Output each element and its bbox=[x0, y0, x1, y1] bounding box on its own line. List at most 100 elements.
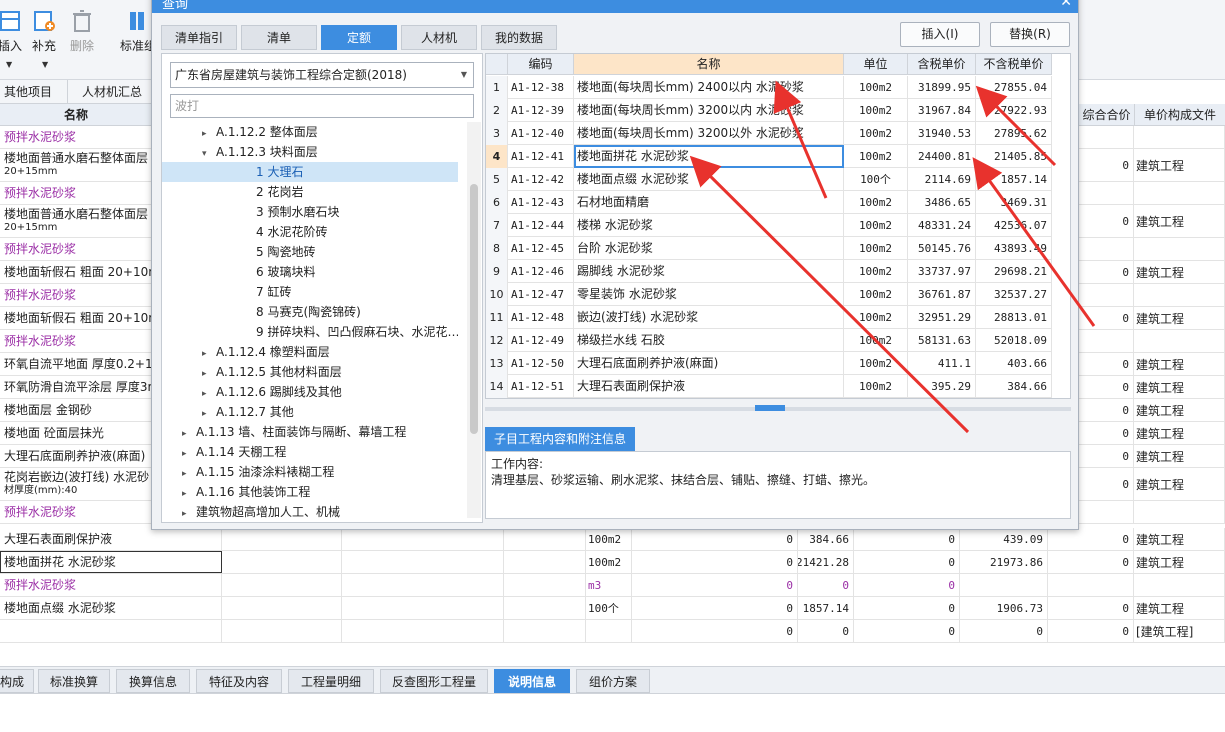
grid-row[interactable]: 14 A1-12-51 大理石表面刷保护液 100m2 395.29 384.66 bbox=[486, 375, 1052, 398]
insert-button[interactable]: 插入 bbox=[0, 8, 28, 54]
tab-material-summary[interactable]: 人材机汇总 bbox=[68, 80, 152, 104]
expand-arrow-icon[interactable]: ▸ bbox=[202, 384, 216, 402]
bottom-tab[interactable]: 组价方案 bbox=[576, 669, 650, 693]
row-total[interactable] bbox=[1078, 501, 1134, 523]
grid-row[interactable]: 8 A1-12-45 台阶 水泥砂浆 100m2 50145.76 43893.49 bbox=[486, 237, 1052, 260]
code-column-header[interactable]: 编码 bbox=[508, 54, 574, 75]
row-name[interactable]: 楼地面拼花 水泥砂浆 bbox=[0, 551, 222, 573]
expand-arrow-icon[interactable]: ▸ bbox=[202, 124, 216, 142]
file-column-header[interactable]: 单价构成文件 bbox=[1134, 104, 1225, 126]
row-c3[interactable]: 0 bbox=[854, 597, 960, 619]
delete-button[interactable]: 删除 bbox=[64, 8, 100, 54]
row-total[interactable]: 0 bbox=[1078, 468, 1134, 500]
supplement-button[interactable]: 补充 bbox=[26, 8, 62, 54]
tree-node[interactable]: ▸ 建筑物超高增加人工、机械 bbox=[162, 502, 458, 518]
grid-cell-code[interactable]: A1-12-49 bbox=[508, 329, 574, 352]
grid-cell-tax[interactable]: 31899.95 bbox=[908, 76, 976, 99]
row-file[interactable]: 建筑工程 bbox=[1134, 307, 1225, 329]
row-total[interactable] bbox=[1078, 330, 1134, 352]
row-c1[interactable]: 0 bbox=[632, 597, 798, 619]
tree-node[interactable]: ▸ A.1.12.2 整体面层 bbox=[162, 122, 458, 142]
row-price[interactable]: 0 bbox=[798, 574, 854, 596]
row-file[interactable]: 建筑工程 bbox=[1134, 261, 1225, 283]
row-price[interactable]: 21421.28 bbox=[798, 551, 854, 573]
table-row[interactable]: 0 0 0 0 0 [建筑工程] bbox=[0, 620, 1225, 643]
grid-cell-code[interactable]: A1-12-41 bbox=[508, 145, 574, 168]
grid-cell-code[interactable]: A1-12-46 bbox=[508, 260, 574, 283]
row-file[interactable]: 建筑工程 bbox=[1134, 528, 1225, 550]
tree-node[interactable]: ▸ A.1.16 其他装饰工程 bbox=[162, 482, 458, 502]
grid-cell-name[interactable]: 台阶 水泥砂浆 bbox=[574, 237, 844, 260]
empty-cell[interactable] bbox=[342, 597, 504, 619]
notax-price-column-header[interactable]: 不含税单价 bbox=[976, 54, 1052, 75]
row-file[interactable]: 建筑工程 bbox=[1134, 399, 1225, 421]
grid-cell-notax[interactable]: 403.66 bbox=[976, 352, 1052, 375]
grid-cell-name[interactable]: 楼地面点缀 水泥砂浆 bbox=[574, 168, 844, 191]
row-unit[interactable] bbox=[586, 620, 632, 642]
row-total[interactable]: 0 bbox=[1078, 261, 1134, 283]
grid-row[interactable]: 3 A1-12-40 楼地面(每块周长mm) 3200以外 水泥砂浆 100m2 319… bbox=[486, 122, 1052, 145]
row-total[interactable]: 0 bbox=[1078, 399, 1134, 421]
grid-cell-name[interactable]: 楼地面(每块周长mm) 3200以外 水泥砂浆 bbox=[574, 122, 844, 145]
grid-cell-notax[interactable]: 52018.09 bbox=[976, 329, 1052, 352]
empty-cell[interactable] bbox=[222, 551, 342, 573]
empty-cell[interactable] bbox=[504, 620, 586, 642]
tree-node[interactable]: ▾ A.1.12.3 块料面层 bbox=[162, 142, 458, 162]
row-total[interactable]: 0 bbox=[1048, 620, 1134, 642]
grid-cell-unit[interactable]: 100m2 bbox=[844, 122, 908, 145]
tree-node[interactable]: 9 拼碎块料、凹凸假麻石块、水泥花… bbox=[162, 322, 458, 342]
row-c4[interactable] bbox=[960, 574, 1048, 596]
table-row[interactable]: 楼地面点缀 水泥砂浆 100个 0 1857.14 0 1906.73 0 建筑工程 bbox=[0, 597, 1225, 620]
grid-cell-notax[interactable]: 27922.93 bbox=[976, 99, 1052, 122]
row-total[interactable]: 0 bbox=[1078, 353, 1134, 375]
grid-cell-unit[interactable]: 100m2 bbox=[844, 306, 908, 329]
row-total[interactable] bbox=[1078, 126, 1134, 148]
grid-cell-unit[interactable]: 100m2 bbox=[844, 76, 908, 99]
grid-cell-tax[interactable]: 50145.76 bbox=[908, 237, 976, 260]
grid-cell-name[interactable]: 石材地面精磨 bbox=[574, 191, 844, 214]
row-unit[interactable]: m3 bbox=[586, 574, 632, 596]
grid-cell-code[interactable]: A1-12-42 bbox=[508, 168, 574, 191]
row-c4[interactable]: 1906.73 bbox=[960, 597, 1048, 619]
grid-cell-no[interactable]: 5 bbox=[486, 168, 508, 191]
grid-cell-no[interactable]: 10 bbox=[486, 283, 508, 306]
tree-node[interactable]: ▸ A.1.12.5 其他材料面层 bbox=[162, 362, 458, 382]
grid-cell-notax[interactable]: 42536.07 bbox=[976, 214, 1052, 237]
dialog-tab[interactable]: 清单 bbox=[241, 25, 317, 50]
row-total[interactable]: 0 bbox=[1048, 551, 1134, 573]
grid-cell-name[interactable]: 梯级拦水线 石胶 bbox=[574, 329, 844, 352]
bottom-tab[interactable]: 特征及内容 bbox=[196, 669, 282, 693]
grid-cell-tax[interactable]: 2114.69 bbox=[908, 168, 976, 191]
row-file[interactable]: 建筑工程 bbox=[1134, 353, 1225, 375]
dialog-tab[interactable]: 我的数据 bbox=[481, 25, 557, 50]
grid-row[interactable]: 1 A1-12-38 楼地面(每块周长mm) 2400以内 水泥砂浆 100m2 318… bbox=[486, 76, 1052, 99]
table-row[interactable]: 楼地面拼花 水泥砂浆 100m2 0 21421.28 0 21973.86 0 建筑工程 bbox=[0, 551, 1225, 574]
row-name[interactable]: 大理石表面刷保护液 bbox=[0, 528, 222, 550]
row-file[interactable] bbox=[1134, 126, 1225, 148]
grid-cell-tax[interactable]: 395.29 bbox=[908, 375, 976, 398]
grid-cell-unit[interactable]: 100m2 bbox=[844, 214, 908, 237]
grid-cell-name[interactable]: 楼地面(每块周长mm) 3200以内 水泥砂浆 bbox=[574, 99, 844, 122]
name-column-header[interactable]: 名称 bbox=[0, 104, 152, 126]
row-file[interactable]: 建筑工程 bbox=[1134, 376, 1225, 398]
row-file[interactable] bbox=[1134, 238, 1225, 260]
grid-cell-notax[interactable]: 43893.49 bbox=[976, 237, 1052, 260]
row-name[interactable]: 楼地面点缀 水泥砂浆 bbox=[0, 597, 222, 619]
grid-cell-notax[interactable]: 27855.04 bbox=[976, 76, 1052, 99]
row-price[interactable]: 0 bbox=[798, 620, 854, 642]
tax-price-column-header[interactable]: 含税单价 bbox=[908, 54, 976, 75]
row-total[interactable]: 0 bbox=[1048, 528, 1134, 550]
grid-cell-no[interactable]: 2 bbox=[486, 99, 508, 122]
grid-cell-notax[interactable]: 21405.85 bbox=[976, 145, 1052, 168]
grid-cell-unit[interactable]: 100m2 bbox=[844, 191, 908, 214]
grid-cell-unit[interactable]: 100m2 bbox=[844, 375, 908, 398]
row-name[interactable] bbox=[0, 620, 222, 642]
quota-library-select[interactable]: 广东省房屋建筑与装饰工程综合定额(2018) ▼ bbox=[170, 62, 474, 88]
grid-cell-name[interactable]: 楼地面拼花 水泥砂浆 bbox=[574, 145, 844, 168]
row-file[interactable]: [建筑工程] bbox=[1134, 620, 1225, 642]
row-c4[interactable]: 439.09 bbox=[960, 528, 1048, 550]
row-c1[interactable]: 0 bbox=[632, 620, 798, 642]
insert-dialog-button[interactable]: 插入(I) bbox=[900, 22, 980, 47]
empty-cell[interactable] bbox=[342, 528, 504, 550]
tree-node[interactable]: 2 花岗岩 bbox=[162, 182, 458, 202]
